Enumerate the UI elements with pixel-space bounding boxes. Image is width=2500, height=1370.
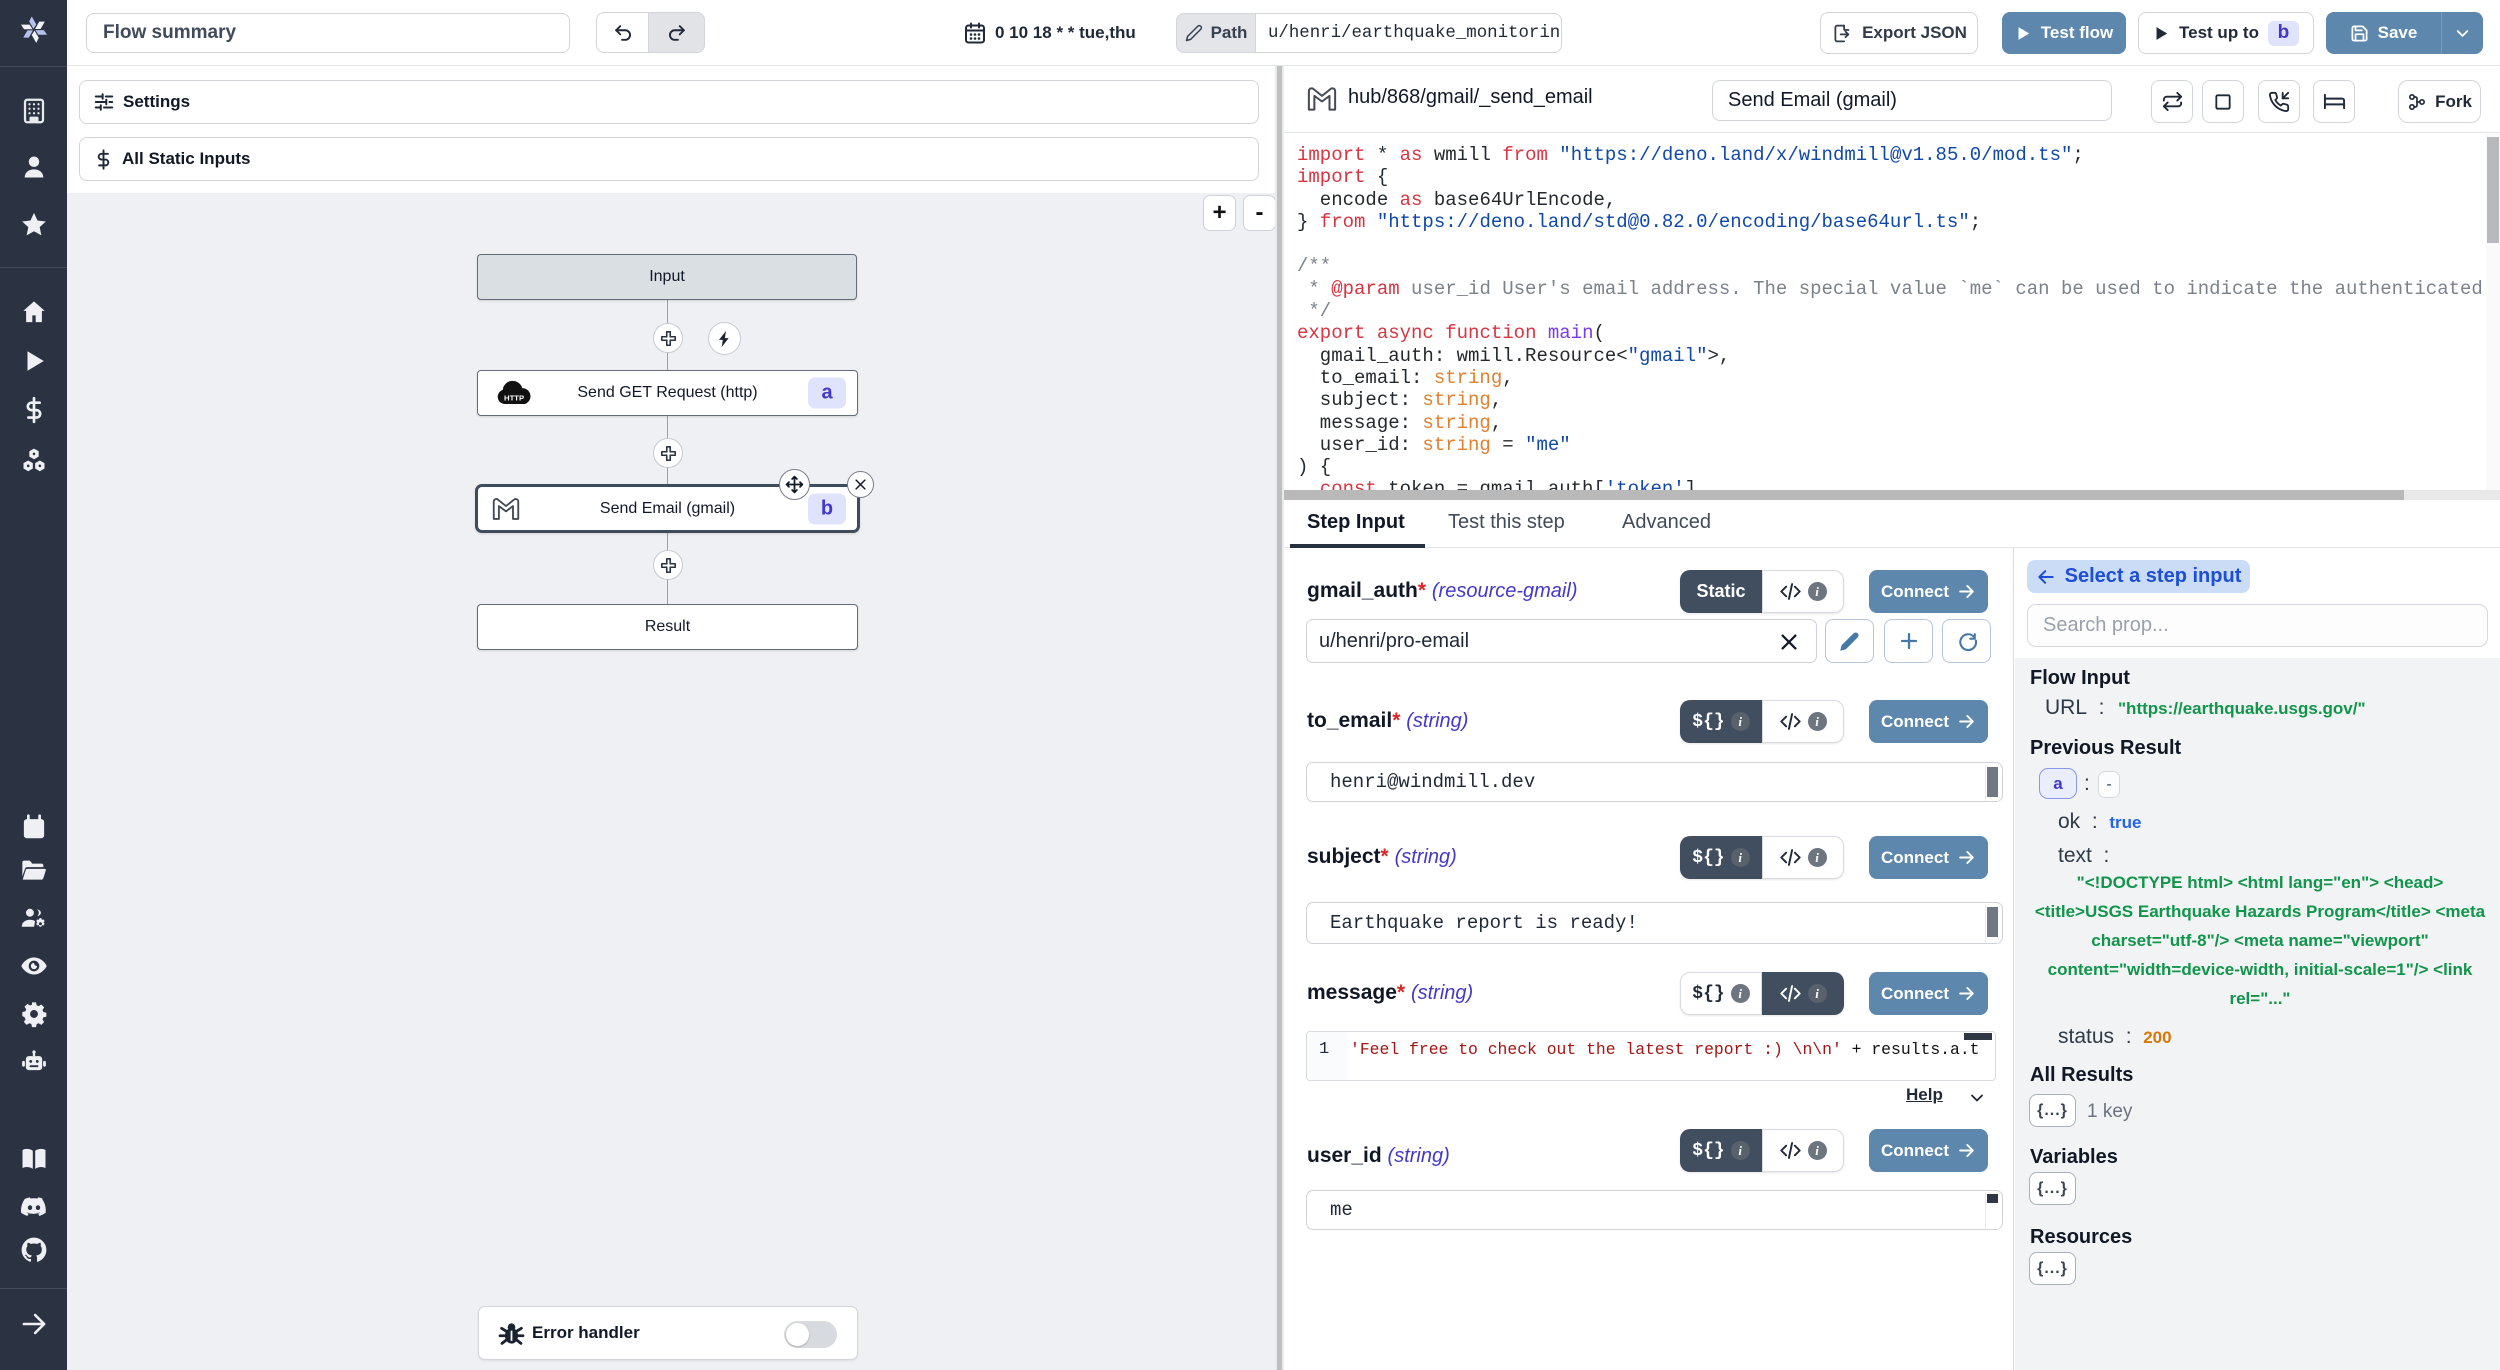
svg-text:HTTP: HTTP (504, 393, 524, 402)
